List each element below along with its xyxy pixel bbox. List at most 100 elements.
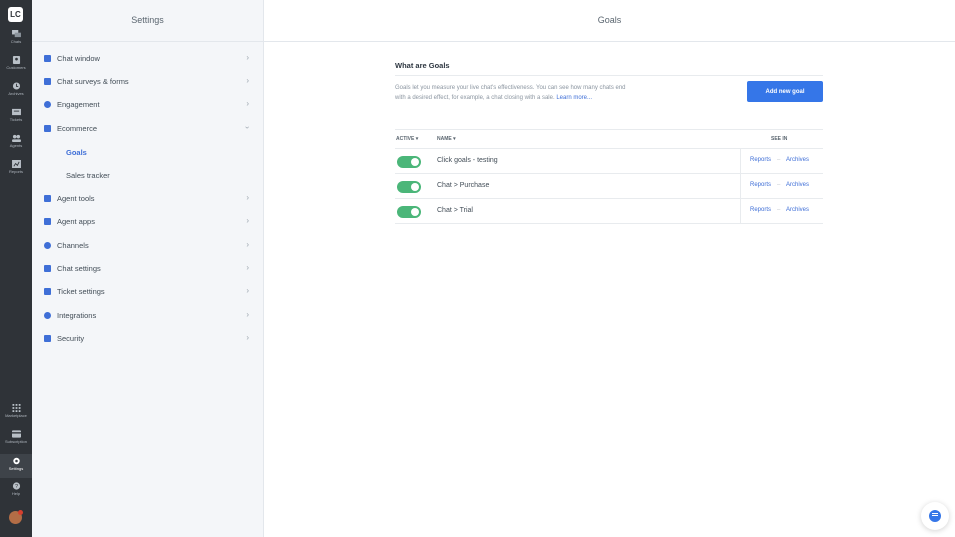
chevron-right-icon: ›	[246, 286, 249, 295]
divider	[740, 199, 741, 223]
sidebar-item-engagement[interactable]: Engagement ›	[32, 95, 263, 115]
gear-icon	[12, 457, 20, 465]
chevron-down-icon: ›	[243, 126, 253, 129]
archives-link[interactable]: Archives	[786, 182, 809, 188]
form-icon	[44, 78, 51, 85]
goal-active-toggle[interactable]	[397, 156, 421, 168]
app-rail: LC Chats Customers Archives Tickets Agen…	[0, 0, 32, 537]
chevron-right-icon: ›	[246, 263, 249, 272]
rail-item-subscription[interactable]: Subscription	[0, 430, 32, 454]
rail-item-customers[interactable]: Customers	[0, 56, 32, 80]
agents-icon	[11, 134, 21, 142]
divider	[740, 149, 741, 173]
svg-text:?: ?	[14, 484, 17, 490]
reports-icon	[11, 160, 21, 168]
tickets-icon	[11, 108, 21, 116]
chevron-right-icon: ›	[246, 53, 249, 62]
rail-item-chats[interactable]: Chats	[0, 30, 32, 54]
sidebar-item-ecommerce[interactable]: Ecommerce ›	[32, 119, 263, 139]
archives-link[interactable]: Archives	[786, 157, 809, 163]
wrench-icon	[44, 195, 51, 202]
ticket-icon	[44, 288, 51, 295]
toggle-knob	[411, 208, 419, 216]
goal-name[interactable]: Chat > Trial	[437, 207, 473, 214]
window-icon	[44, 55, 51, 62]
goals-panel: Goals What are Goals Goals let you measu…	[264, 0, 955, 537]
col-name-header[interactable]: NAME ▾	[437, 136, 456, 142]
goal-name[interactable]: Chat > Purchase	[437, 182, 489, 189]
chat-bubble-icon	[929, 510, 941, 522]
rail-item-reports[interactable]: Reports	[0, 160, 32, 184]
sidebar-subitem-sales-tracker[interactable]: Sales tracker	[66, 171, 110, 180]
livechat-logo[interactable]: LC	[8, 7, 23, 22]
sidebar-item-chat-window[interactable]: Chat window ›	[32, 49, 263, 69]
toggle-knob	[411, 158, 419, 166]
status-dot	[18, 510, 23, 515]
table-row: Chat > Trial Reports – Archives	[395, 199, 823, 224]
reports-link[interactable]: Reports	[750, 157, 771, 163]
apps-icon	[44, 218, 51, 225]
divider	[395, 75, 823, 76]
reports-link[interactable]: Reports	[750, 182, 771, 188]
sidebar-item-agent-apps[interactable]: Agent apps ›	[32, 212, 263, 232]
share-icon	[44, 242, 51, 249]
plug-icon	[44, 312, 51, 319]
help-icon: ?	[12, 482, 20, 490]
cart-icon	[44, 125, 51, 132]
chat-settings-icon	[44, 265, 51, 272]
rail-item-marketplace[interactable]: Marketplace	[0, 404, 32, 428]
rail-item-agents[interactable]: Agents	[0, 134, 32, 158]
sidebar-item-agent-tools[interactable]: Agent tools ›	[32, 189, 263, 209]
eye-icon	[44, 101, 51, 108]
shield-icon	[44, 335, 51, 342]
settings-sidebar: Settings Chat window › Chat surveys & fo…	[32, 0, 264, 537]
sidebar-item-channels[interactable]: Channels ›	[32, 236, 263, 256]
table-row: Click goals - testing Reports – Archives	[395, 149, 823, 174]
table-header: ACTIVE ▾ NAME ▾ SEE IN	[395, 129, 823, 149]
chevron-right-icon: ›	[246, 310, 249, 319]
link-separator: –	[777, 207, 781, 213]
chevron-right-icon: ›	[246, 99, 249, 108]
goals-table: ACTIVE ▾ NAME ▾ SEE IN Click goals - tes…	[395, 129, 823, 224]
rail-item-tickets[interactable]: Tickets	[0, 108, 32, 132]
sidebar-item-security[interactable]: Security ›	[32, 329, 263, 349]
link-separator: –	[777, 182, 781, 188]
goal-active-toggle[interactable]	[397, 206, 421, 218]
learn-more-link[interactable]: Learn more...	[556, 95, 592, 101]
chevron-right-icon: ›	[246, 193, 249, 202]
table-row: Chat > Purchase Reports – Archives	[395, 174, 823, 199]
sidebar-item-ticket-settings[interactable]: Ticket settings ›	[32, 282, 263, 302]
chevron-right-icon: ›	[246, 76, 249, 85]
sidebar-title: Settings	[32, 0, 263, 42]
chevron-right-icon: ›	[246, 240, 249, 249]
chat-icon	[11, 30, 21, 38]
chevron-right-icon: ›	[246, 333, 249, 342]
goal-active-toggle[interactable]	[397, 181, 421, 193]
sidebar-item-chat-surveys[interactable]: Chat surveys & forms ›	[32, 72, 263, 92]
toggle-knob	[411, 183, 419, 191]
link-separator: –	[777, 157, 781, 163]
page-title: Goals	[264, 0, 955, 42]
sidebar-item-integrations[interactable]: Integrations ›	[32, 306, 263, 326]
section-title: What are Goals	[395, 61, 450, 70]
card-icon	[11, 430, 21, 438]
col-active-header[interactable]: ACTIVE ▾	[396, 136, 418, 142]
rail-item-settings[interactable]: Settings	[0, 454, 32, 478]
reports-link[interactable]: Reports	[750, 207, 771, 213]
user-avatar[interactable]	[9, 510, 23, 524]
chevron-right-icon: ›	[246, 216, 249, 225]
grid-icon	[12, 404, 20, 412]
add-new-goal-button[interactable]: Add new goal	[747, 81, 823, 102]
chat-widget-button[interactable]	[921, 502, 949, 530]
goal-name[interactable]: Click goals - testing	[437, 157, 498, 164]
goals-description: Goals let you measure your live chat's e…	[395, 85, 626, 101]
sidebar-item-chat-settings[interactable]: Chat settings ›	[32, 259, 263, 279]
divider	[740, 174, 741, 198]
archives-icon	[12, 82, 20, 90]
sidebar-subitem-goals[interactable]: Goals	[66, 148, 87, 157]
col-see-in-header: SEE IN	[771, 136, 788, 142]
rail-item-help[interactable]: ? Help	[0, 482, 32, 506]
rail-item-archives[interactable]: Archives	[0, 82, 32, 106]
customers-icon	[12, 56, 20, 64]
archives-link[interactable]: Archives	[786, 207, 809, 213]
